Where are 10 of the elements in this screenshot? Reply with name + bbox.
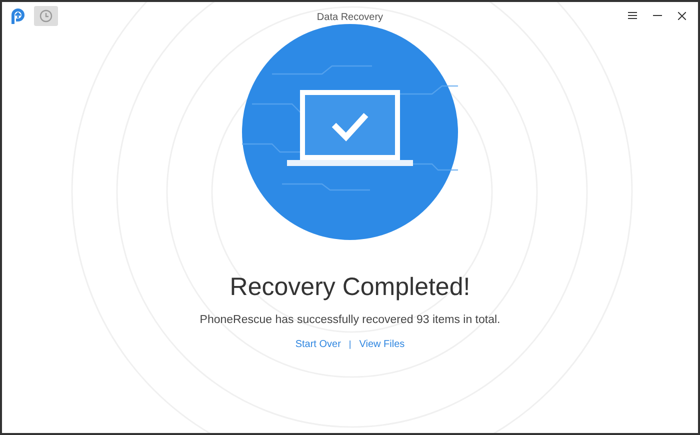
action-link[interactable]: Start Over bbox=[295, 337, 341, 352]
action-link[interactable]: View Files bbox=[359, 337, 405, 352]
window-title: Data Recovery bbox=[316, 12, 384, 23]
app-logo-icon bbox=[10, 7, 26, 25]
separator: | bbox=[348, 338, 352, 351]
close-icon bbox=[678, 12, 686, 20]
result-message: PhoneRescue has successfully recovered 93 items in total. bbox=[200, 313, 500, 328]
completion-heading: Recovery Completed! bbox=[230, 272, 470, 302]
menu-icon bbox=[628, 12, 637, 20]
clock-icon bbox=[39, 9, 53, 23]
